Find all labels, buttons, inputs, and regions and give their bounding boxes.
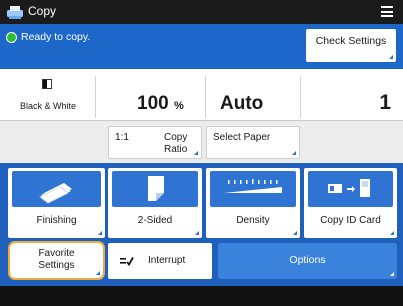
status-indicator-icon <box>6 32 17 43</box>
copy-id-card-button[interactable]: Copy ID Card <box>304 168 397 238</box>
copy-ratio-value: 100 % <box>137 93 184 115</box>
divider <box>95 76 96 118</box>
copy-ratio-label: Copy Ratio <box>164 132 187 156</box>
favorite-line1: Favorite <box>38 248 75 259</box>
color-mode-label[interactable]: Black & White <box>8 101 88 111</box>
divider <box>205 76 206 118</box>
status-text: Ready to copy. <box>21 31 91 43</box>
paper-value: Auto <box>220 93 264 114</box>
hamburger-menu-icon[interactable] <box>381 6 393 17</box>
finishing-label: Finishing <box>36 215 77 226</box>
bottom-strip <box>0 286 403 306</box>
interrupt-icon <box>120 257 134 266</box>
copy-ratio-button[interactable]: 1:1 Copy Ratio <box>108 126 202 159</box>
copy-info-bar <box>0 69 403 121</box>
one-to-one-label: 1:1 <box>115 132 129 143</box>
corner-arrow-icon <box>292 151 296 155</box>
title-bar: Copy <box>0 0 403 24</box>
copy-machine-icon <box>7 6 23 19</box>
corner-arrow-icon <box>389 55 393 59</box>
copy-id-card-label: Copy ID Card <box>320 215 381 226</box>
favorite-settings-button[interactable]: Favorite Settings <box>8 241 105 280</box>
favorite-line2: Settings <box>38 260 75 271</box>
finishing-icon <box>39 183 72 204</box>
two-sided-icon <box>148 176 164 201</box>
copy-ratio-line1: Copy <box>164 132 188 143</box>
corner-arrow-icon <box>98 231 102 235</box>
check-settings-label: Check Settings <box>315 35 387 47</box>
two-sided-label: 2-Sided <box>137 215 173 226</box>
options-label: Options <box>289 254 326 266</box>
finishing-button[interactable]: Finishing <box>8 168 105 238</box>
id-card-copy-icon <box>328 179 370 197</box>
interrupt-label: Interrupt <box>148 255 186 266</box>
options-button[interactable]: Options <box>218 243 397 279</box>
corner-arrow-icon <box>194 151 198 155</box>
corner-arrow-icon <box>390 231 394 235</box>
copy-ratio-number: 100 <box>137 93 169 114</box>
divider <box>300 76 301 118</box>
select-paper-button[interactable]: Select Paper <box>206 126 300 159</box>
two-sided-button[interactable]: 2-Sided <box>108 168 202 238</box>
corner-arrow-icon <box>390 272 394 276</box>
copies-count: 1 <box>379 91 391 114</box>
select-paper-label: Select Paper <box>213 132 271 143</box>
copy-ratio-line2: Ratio <box>164 144 188 155</box>
density-label: Density <box>236 215 270 226</box>
copy-ratio-unit: % <box>173 100 184 112</box>
corner-arrow-icon <box>96 271 100 275</box>
interrupt-button[interactable]: Interrupt <box>108 243 212 279</box>
corner-arrow-icon <box>293 231 297 235</box>
density-button[interactable]: Density <box>206 168 300 238</box>
black-white-icon <box>42 79 52 89</box>
app-title: Copy <box>28 4 57 18</box>
corner-arrow-icon <box>195 231 199 235</box>
check-settings-button[interactable]: Check Settings <box>306 29 396 62</box>
density-icon <box>224 179 282 193</box>
